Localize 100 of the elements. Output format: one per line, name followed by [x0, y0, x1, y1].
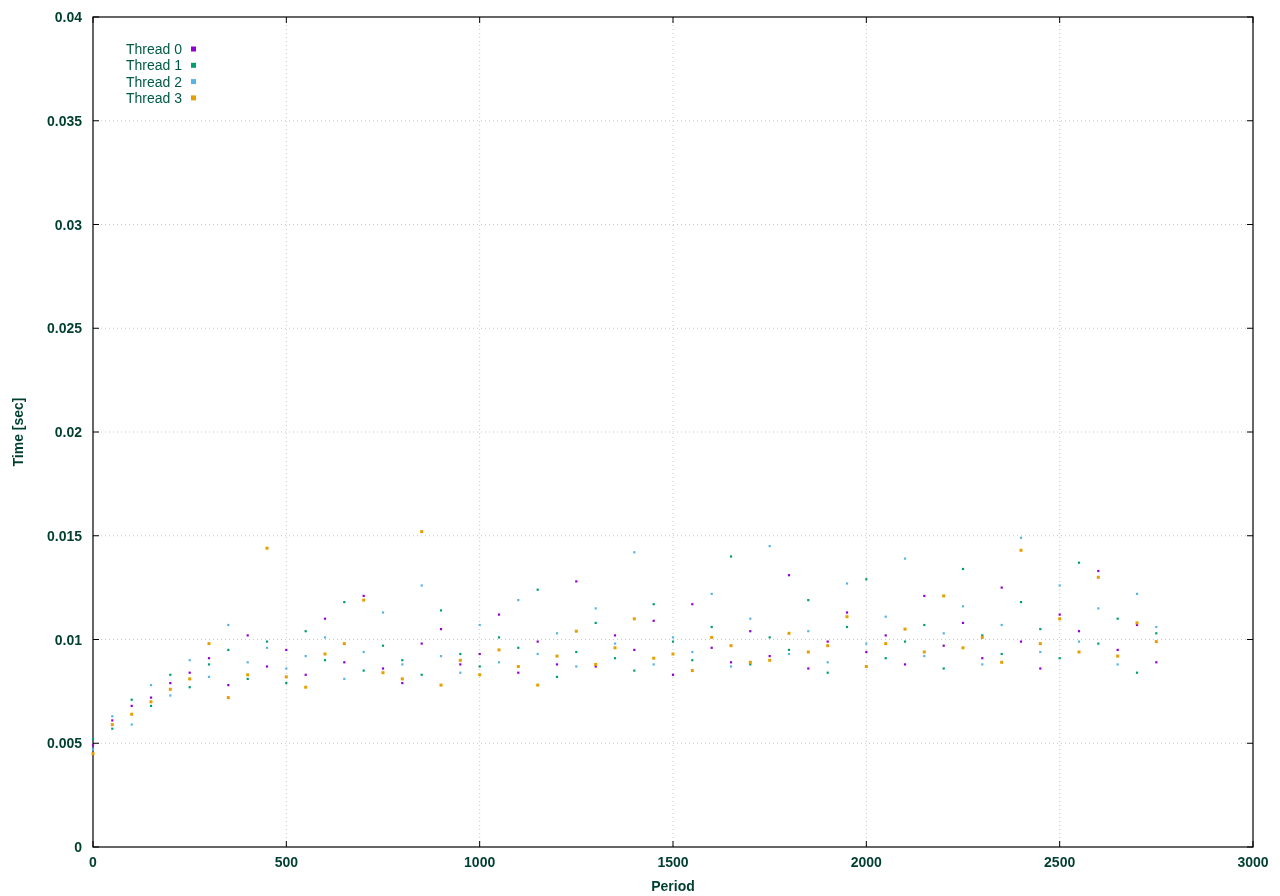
data-point	[246, 634, 249, 637]
data-point	[188, 686, 191, 689]
data-point	[884, 642, 888, 646]
data-point	[575, 650, 578, 654]
legend-label: Thread 2	[126, 73, 183, 90]
data-point	[439, 609, 443, 612]
data-point	[1058, 657, 1061, 660]
data-point	[903, 663, 907, 666]
data-point	[323, 617, 327, 620]
data-point	[1019, 601, 1023, 604]
data-point	[1097, 569, 1100, 573]
data-point	[1019, 640, 1023, 643]
data-point	[845, 625, 849, 629]
data-point	[1077, 561, 1081, 564]
data-point	[227, 684, 230, 687]
data-point	[787, 574, 791, 577]
data-point	[1077, 630, 1081, 633]
data-point	[807, 667, 810, 670]
y-tick-label: 0.015	[46, 527, 82, 544]
data-point	[1116, 654, 1120, 658]
data-point	[633, 648, 636, 651]
data-point	[555, 654, 559, 658]
data-point	[536, 640, 539, 643]
data-point	[362, 650, 365, 654]
y-tick-label: 0.01	[54, 631, 82, 648]
data-point	[1135, 671, 1139, 674]
data-point	[575, 580, 578, 583]
data-point	[923, 594, 926, 597]
data-point	[633, 551, 636, 554]
data-point	[942, 632, 945, 635]
data-point	[710, 625, 713, 629]
data-point	[227, 623, 230, 627]
data-point	[304, 685, 308, 689]
data-point	[323, 652, 327, 656]
data-point	[613, 657, 617, 660]
data-point	[439, 683, 443, 687]
data-point	[845, 582, 849, 585]
data-point	[478, 652, 481, 656]
data-point	[1000, 660, 1004, 664]
y-tick-label: 0.02	[54, 424, 82, 440]
data-point	[749, 617, 752, 620]
data-point	[826, 661, 829, 664]
data-point	[865, 642, 868, 645]
data-point	[710, 646, 713, 649]
data-point	[923, 623, 926, 627]
data-point	[884, 657, 887, 660]
data-point	[130, 712, 134, 716]
data-point	[149, 684, 153, 687]
data-point	[671, 673, 675, 676]
data-point	[555, 663, 559, 666]
data-point	[961, 605, 965, 608]
data-point	[265, 646, 269, 649]
data-point	[768, 636, 771, 639]
data-point	[729, 555, 733, 558]
data-point	[169, 673, 172, 676]
data-point	[865, 650, 868, 654]
x-tick-label: 0	[89, 854, 97, 870]
data-point	[304, 630, 307, 633]
data-point	[285, 682, 288, 685]
data-point	[1077, 640, 1081, 643]
data-point	[130, 723, 133, 726]
data-point	[420, 530, 424, 534]
data-point	[575, 665, 578, 668]
data-point	[1155, 625, 1158, 629]
data-point	[961, 646, 965, 650]
data-point	[1038, 642, 1042, 646]
data-point	[226, 696, 230, 700]
data-point	[169, 694, 172, 697]
data-point	[961, 567, 965, 571]
data-point	[517, 646, 520, 649]
data-point	[188, 677, 192, 681]
data-point	[1097, 642, 1100, 645]
data-point	[304, 673, 307, 676]
data-point	[807, 630, 810, 633]
data-point	[227, 648, 230, 651]
data-point	[671, 652, 675, 656]
data-point	[594, 621, 597, 624]
data-point	[285, 667, 288, 670]
data-point	[632, 617, 636, 621]
data-point	[749, 630, 752, 633]
data-point	[807, 599, 810, 602]
data-point	[652, 656, 656, 660]
data-point	[265, 640, 269, 643]
y-tick-label: 0	[74, 839, 82, 855]
data-point	[1135, 592, 1139, 595]
y-tick-label: 0.035	[46, 112, 82, 129]
data-point	[1019, 548, 1023, 552]
data-point	[207, 642, 211, 646]
data-point	[710, 592, 713, 595]
data-point	[516, 665, 520, 668]
data-point	[691, 603, 694, 606]
data-point	[169, 682, 172, 685]
data-point	[1058, 584, 1061, 587]
data-point	[691, 659, 694, 662]
data-point	[188, 671, 191, 674]
data-point	[1039, 628, 1042, 631]
data-point	[633, 669, 636, 672]
data-point	[710, 635, 714, 639]
data-point	[942, 594, 946, 598]
data-point	[884, 634, 887, 637]
